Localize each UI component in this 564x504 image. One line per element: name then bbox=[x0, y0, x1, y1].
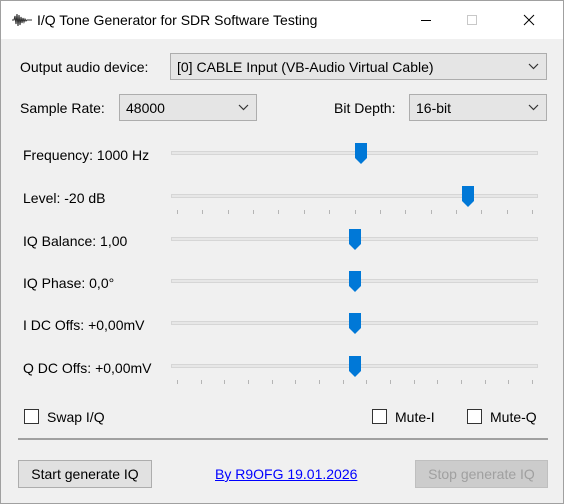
slider-tick bbox=[303, 210, 305, 214]
slider-thumb[interactable] bbox=[348, 356, 361, 378]
slider-tick bbox=[455, 210, 457, 214]
mute-i-label: Mute-I bbox=[395, 409, 435, 425]
mute-q-checkbox[interactable] bbox=[467, 409, 482, 424]
slider-ticks bbox=[177, 380, 533, 385]
swap-iq-label: Swap I/Q bbox=[47, 409, 105, 425]
slider-label: Q DC Offs: +0,00mV bbox=[23, 360, 152, 376]
slider-tick bbox=[437, 380, 439, 384]
sample-rate-label: Sample Rate: bbox=[20, 100, 105, 116]
slider-tick bbox=[224, 380, 226, 384]
maximize-icon bbox=[467, 15, 477, 25]
maximize-button bbox=[449, 1, 495, 39]
close-icon bbox=[523, 14, 535, 26]
main-window: I/Q Tone Generator for SDR Software Test… bbox=[0, 0, 564, 504]
minimize-button[interactable] bbox=[403, 1, 449, 39]
bit-depth-value: 16-bit bbox=[416, 100, 452, 116]
slider-thumb[interactable] bbox=[461, 186, 474, 208]
mute-q-label: Mute-Q bbox=[490, 409, 537, 425]
slider-tick bbox=[354, 210, 356, 214]
chevron-down-icon bbox=[238, 104, 249, 111]
slider-tick bbox=[227, 210, 229, 214]
slider-tick bbox=[508, 380, 510, 384]
chevron-down-icon bbox=[528, 104, 539, 111]
slider-thumb[interactable] bbox=[355, 143, 368, 165]
slider-tick bbox=[430, 210, 432, 214]
slider-tick bbox=[405, 210, 407, 214]
slider-tick bbox=[200, 380, 202, 384]
slider-tick bbox=[366, 380, 368, 384]
output-device-select[interactable]: [0] CABLE Input (VB-Audio Virtual Cable) bbox=[170, 53, 547, 80]
slider-tick bbox=[177, 210, 178, 214]
slider-tick bbox=[177, 380, 178, 384]
slider-label: IQ Balance: 1,00 bbox=[23, 233, 128, 249]
slider-tick bbox=[532, 380, 533, 384]
slider-tick bbox=[390, 380, 391, 384]
slider-tick bbox=[202, 210, 204, 214]
slider-label: I DC Offs: +0,00mV bbox=[23, 317, 145, 333]
waveform-icon bbox=[12, 13, 32, 27]
slider-tick bbox=[295, 380, 297, 384]
slider-track[interactable] bbox=[171, 194, 538, 198]
stop-generate-button[interactable]: Stop generate IQ bbox=[415, 460, 548, 488]
bit-depth-select[interactable]: 16-bit bbox=[409, 94, 547, 121]
slider-thumb[interactable] bbox=[348, 229, 361, 251]
window-title: I/Q Tone Generator for SDR Software Test… bbox=[37, 12, 318, 28]
slider-tick bbox=[484, 380, 486, 384]
output-device-label: Output audio device: bbox=[20, 59, 149, 75]
slider-tick bbox=[481, 210, 483, 214]
swap-iq-checkbox[interactable] bbox=[24, 409, 39, 424]
mute-i-checkbox[interactable] bbox=[372, 409, 387, 424]
output-device-value: [0] CABLE Input (VB-Audio Virtual Cable) bbox=[177, 59, 434, 75]
slider-label: IQ Phase: 0,0° bbox=[23, 275, 115, 291]
slider-tick bbox=[532, 210, 533, 214]
slider-tick bbox=[506, 210, 508, 214]
slider-tick bbox=[413, 380, 415, 384]
slider-tick bbox=[253, 210, 255, 214]
sample-rate-value: 48000 bbox=[126, 100, 165, 116]
close-button[interactable] bbox=[495, 1, 563, 39]
slider-ticks bbox=[177, 210, 533, 215]
slider-label: Level: -20 dB bbox=[23, 190, 106, 206]
slider-tick bbox=[329, 210, 331, 214]
slider-tick bbox=[461, 380, 462, 384]
slider-tick bbox=[379, 210, 381, 214]
sample-rate-select[interactable]: 48000 bbox=[119, 94, 257, 121]
slider-tick bbox=[342, 380, 344, 384]
slider-tick bbox=[271, 380, 273, 384]
title-bar[interactable]: I/Q Tone Generator for SDR Software Test… bbox=[1, 1, 563, 39]
slider-tick bbox=[319, 380, 320, 384]
slider-thumb[interactable] bbox=[348, 271, 361, 293]
slider-label: Frequency: 1000 Hz bbox=[23, 147, 150, 163]
slider-tick bbox=[248, 380, 249, 384]
start-generate-button[interactable]: Start generate IQ bbox=[18, 460, 152, 488]
author-link[interactable]: By R9OFG 19.01.2026 bbox=[215, 466, 357, 482]
slider-tick bbox=[278, 210, 280, 214]
minimize-icon bbox=[421, 19, 431, 21]
separator bbox=[18, 438, 548, 440]
bit-depth-label: Bit Depth: bbox=[334, 100, 396, 116]
chevron-down-icon bbox=[528, 63, 539, 70]
slider-thumb[interactable] bbox=[348, 313, 361, 335]
